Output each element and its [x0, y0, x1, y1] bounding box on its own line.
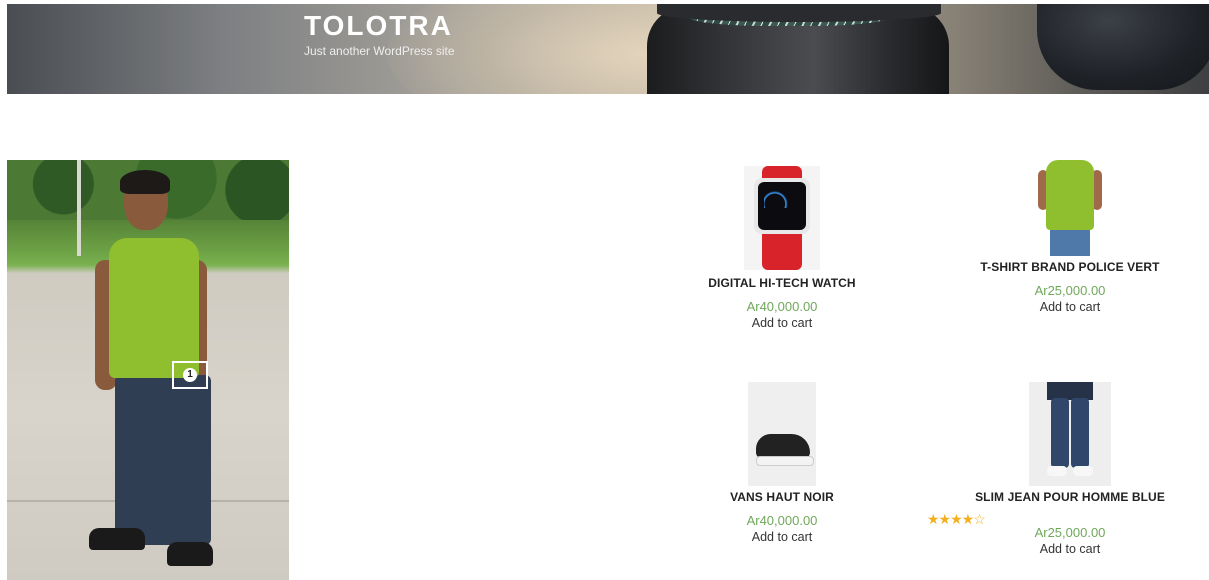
- add-to-cart-button[interactable]: Add to cart: [662, 316, 902, 330]
- add-to-cart-button[interactable]: Add to cart: [950, 300, 1190, 314]
- product-card-tshirt[interactable]: T-SHIRT BRAND POLICE VERT Ar25,000.00 Ad…: [950, 160, 1190, 314]
- model-jeans: [115, 375, 211, 545]
- add-to-cart-button[interactable]: Add to cart: [950, 542, 1190, 556]
- product-card-vans[interactable]: VANS HAUT NOIR Ar40,000.00 Add to cart: [662, 382, 902, 544]
- lookbook-photo: [7, 160, 289, 580]
- product-price: Ar25,000.00: [1034, 525, 1106, 540]
- product-price: Ar40,000.00: [746, 299, 818, 314]
- photo-pole: [77, 160, 81, 256]
- watch-icon[interactable]: [744, 166, 820, 270]
- site-description: Just another WordPress site: [304, 44, 455, 58]
- product-name[interactable]: SLIM JEAN POUR HOMME BLUE: [950, 490, 1190, 504]
- product-card-digital-watch[interactable]: DIGITAL HI-TECH WATCH Ar40,000.00 Add to…: [662, 166, 902, 330]
- product-price: Ar25,000.00: [1034, 283, 1106, 298]
- model-shoe-right: [167, 542, 213, 566]
- sneaker-icon[interactable]: [748, 382, 816, 486]
- product-price: Ar40,000.00: [746, 513, 818, 528]
- hotspot-number: 1: [183, 368, 197, 382]
- header-second-pot-image: [1037, 4, 1209, 90]
- jeans-icon[interactable]: [1029, 382, 1111, 486]
- model-shirt: [109, 238, 199, 378]
- product-name[interactable]: VANS HAUT NOIR: [662, 490, 902, 504]
- add-to-cart-button[interactable]: Add to cart: [662, 530, 902, 544]
- product-name[interactable]: DIGITAL HI-TECH WATCH: [662, 276, 902, 290]
- star-rating-icon: ★★★★☆: [927, 511, 986, 527]
- site-header: TOLOTRA Just another WordPress site: [7, 4, 1209, 94]
- product-name[interactable]: T-SHIRT BRAND POLICE VERT: [950, 260, 1190, 274]
- lookbook-hotspot[interactable]: 1: [172, 361, 208, 389]
- model-shoe-left: [89, 528, 145, 550]
- model-hair: [120, 170, 170, 194]
- header-pot-rim: [657, 4, 941, 22]
- product-card-slim-jean[interactable]: SLIM JEAN POUR HOMME BLUE Ar25,000.00 Ad…: [950, 382, 1190, 556]
- tshirt-icon[interactable]: [1038, 160, 1102, 256]
- site-title[interactable]: TOLOTRA: [304, 10, 453, 42]
